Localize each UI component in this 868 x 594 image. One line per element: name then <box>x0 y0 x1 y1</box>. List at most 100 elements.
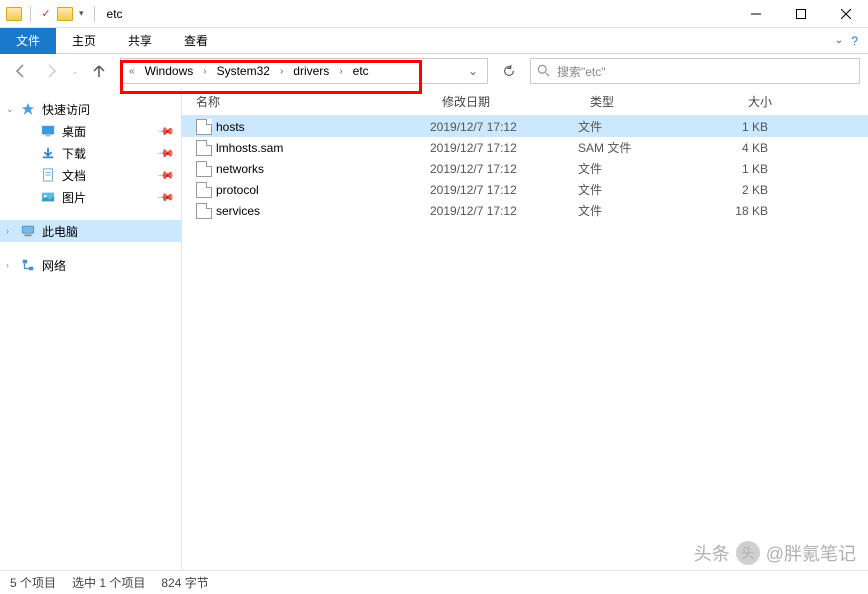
window-controls <box>733 0 868 28</box>
pin-icon: 📌 <box>157 166 176 185</box>
status-bytes: 824 字节 <box>161 574 208 591</box>
file-row[interactable]: services 2019/12/7 17:12 文件 18 KB <box>182 200 868 221</box>
sidebar-item-documents[interactable]: 文档 📌 <box>0 164 181 186</box>
sidebar-item-downloads[interactable]: 下载 📌 <box>0 142 181 164</box>
divider <box>94 6 95 22</box>
close-button[interactable] <box>823 0 868 28</box>
file-row[interactable]: lmhosts.sam 2019/12/7 17:12 SAM 文件 4 KB <box>182 137 868 158</box>
desktop-icon <box>40 123 56 139</box>
file-icon <box>196 119 212 135</box>
qat-dropdown-icon[interactable]: ▾ <box>77 8 86 19</box>
file-size: 2 KB <box>696 183 776 197</box>
column-name[interactable]: 名称 <box>182 93 434 110</box>
file-size: 4 KB <box>696 141 776 155</box>
file-date: 2019/12/7 17:12 <box>430 183 578 197</box>
file-icon <box>196 182 212 198</box>
watermark-text: @胖氪笔记 <box>766 540 856 566</box>
ribbon: 文件 主页 共享 查看 ⌄ ? <box>0 28 868 54</box>
search-placeholder: 搜索"etc" <box>557 63 606 80</box>
file-name: lmhosts.sam <box>216 141 430 155</box>
sidebar-item-network[interactable]: › 网络 <box>0 254 181 276</box>
download-icon <box>40 145 56 161</box>
pin-icon: 📌 <box>157 188 176 207</box>
breadcrumb-item[interactable]: drivers <box>289 62 333 80</box>
tab-file[interactable]: 文件 <box>0 28 56 54</box>
help-icon[interactable]: ? <box>851 34 858 48</box>
up-button[interactable] <box>86 58 112 84</box>
file-date: 2019/12/7 17:12 <box>430 120 578 134</box>
star-icon <box>20 101 36 117</box>
sidebar-item-pictures[interactable]: 图片 📌 <box>0 186 181 208</box>
network-icon <box>20 257 36 273</box>
refresh-button[interactable] <box>496 58 522 84</box>
watermark: 头条 头 @胖氪笔记 <box>694 540 856 566</box>
file-type: 文件 <box>578 160 696 177</box>
chevron-right-icon: › <box>199 66 210 77</box>
file-size: 1 KB <box>696 120 776 134</box>
chevron-left-icon[interactable]: « <box>125 66 139 77</box>
breadcrumb-item[interactable]: etc <box>349 62 373 80</box>
file-type: SAM 文件 <box>578 139 696 156</box>
pictures-icon <box>40 189 56 205</box>
file-type: 文件 <box>578 181 696 198</box>
tab-view[interactable]: 查看 <box>168 28 224 54</box>
sidebar-item-label: 文档 <box>62 167 86 184</box>
minimize-button[interactable] <box>733 0 778 28</box>
sidebar-item-label: 桌面 <box>62 123 86 140</box>
file-size: 18 KB <box>696 204 776 218</box>
search-icon <box>537 64 551 78</box>
computer-icon <box>20 223 36 239</box>
tab-home[interactable]: 主页 <box>56 28 112 54</box>
chevron-right-icon: › <box>276 66 287 77</box>
chevron-right-icon: › <box>335 66 346 77</box>
watermark-prefix: 头条 <box>694 540 730 566</box>
file-date: 2019/12/7 17:12 <box>430 162 578 176</box>
tab-share[interactable]: 共享 <box>112 28 168 54</box>
divider <box>30 6 31 22</box>
file-name: networks <box>216 162 430 176</box>
forward-button[interactable] <box>38 58 64 84</box>
sidebar-item-this-pc[interactable]: › 此电脑 <box>0 220 181 242</box>
breadcrumb-item[interactable]: Windows <box>141 62 198 80</box>
chevron-right-icon[interactable]: › <box>6 260 9 270</box>
check-icon[interactable]: ✓ <box>39 7 53 21</box>
ribbon-expand[interactable]: ⌄ ? <box>825 34 868 48</box>
address-bar[interactable]: « Windows › System32 › drivers › etc ⌄ <box>120 58 488 84</box>
sidebar-item-label: 网络 <box>42 257 66 274</box>
status-bar: 5 个项目 选中 1 个项目 824 字节 <box>0 570 868 594</box>
file-icon <box>196 140 212 156</box>
column-size[interactable]: 大小 <box>700 93 780 110</box>
document-icon <box>40 167 56 183</box>
chevron-down-icon[interactable]: ⌄ <box>6 104 14 115</box>
maximize-button[interactable] <box>778 0 823 28</box>
chevron-right-icon[interactable]: › <box>6 226 9 236</box>
address-dropdown-icon[interactable]: ⌄ <box>463 64 483 78</box>
recent-dropdown-icon[interactable]: ⌄ <box>68 58 82 84</box>
file-row[interactable]: hosts 2019/12/7 17:12 文件 1 KB <box>182 116 868 137</box>
sidebar-item-label: 此电脑 <box>42 223 78 240</box>
search-input[interactable]: 搜索"etc" <box>530 58 860 84</box>
file-list-area: 名称 修改日期 类型 大小 hosts 2019/12/7 17:12 文件 1… <box>182 88 868 570</box>
column-type[interactable]: 类型 <box>582 93 700 110</box>
file-row[interactable]: protocol 2019/12/7 17:12 文件 2 KB <box>182 179 868 200</box>
file-row[interactable]: networks 2019/12/7 17:12 文件 1 KB <box>182 158 868 179</box>
file-name: hosts <box>216 120 430 134</box>
sidebar-item-label: 图片 <box>62 189 86 206</box>
sidebar-item-quick-access[interactable]: ⌄ 快速访问 <box>0 98 181 120</box>
breadcrumb-item[interactable]: System32 <box>213 62 274 80</box>
sidebar-item-label: 快速访问 <box>42 101 90 118</box>
window-title: etc <box>107 7 123 21</box>
file-name: protocol <box>216 183 430 197</box>
folder-icon[interactable] <box>57 7 73 21</box>
folder-icon <box>6 7 22 21</box>
title-bar-icons: ✓ ▾ <box>0 6 99 22</box>
back-button[interactable] <box>8 58 34 84</box>
file-size: 1 KB <box>696 162 776 176</box>
pin-icon: 📌 <box>157 122 176 141</box>
sidebar-item-desktop[interactable]: 桌面 📌 <box>0 120 181 142</box>
file-type: 文件 <box>578 118 696 135</box>
file-type: 文件 <box>578 202 696 219</box>
column-date[interactable]: 修改日期 <box>434 93 582 110</box>
main-content: ⌄ 快速访问 桌面 📌 下载 📌 文档 📌 图片 📌 › 此电脑 <box>0 88 868 570</box>
sidebar-item-label: 下载 <box>62 145 86 162</box>
